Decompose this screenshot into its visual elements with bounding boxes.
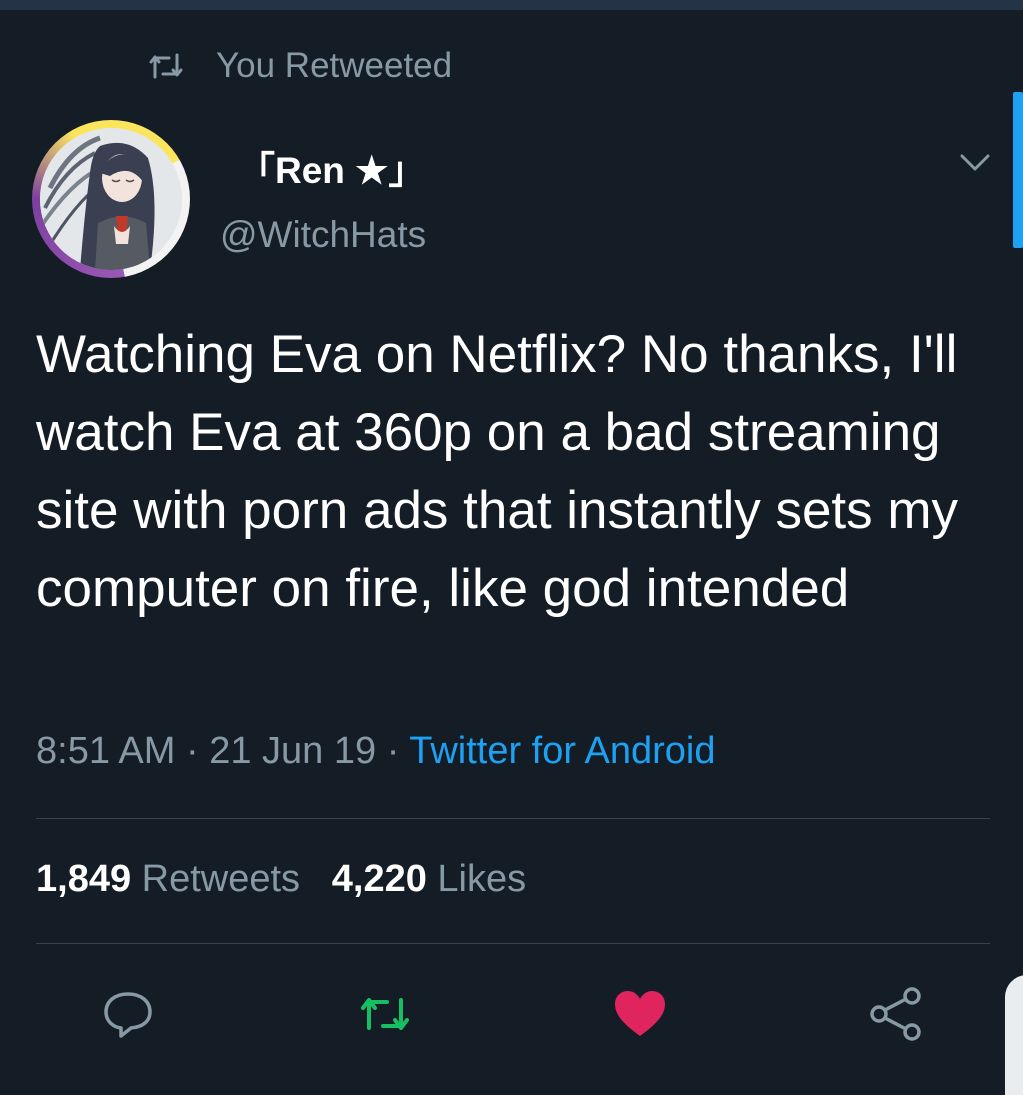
retweet-context: You Retweeted (148, 44, 452, 88)
retweet-icon (361, 998, 409, 1030)
tweet-date: 21 Jun 19 (209, 730, 377, 772)
likes-count: 4,220 (331, 858, 427, 900)
chevron-down-icon[interactable] (958, 148, 992, 176)
share-icon (870, 987, 921, 1041)
display-name[interactable]: 「Ren ★」 (238, 140, 425, 194)
tweet-time: 8:51 AM (36, 730, 176, 772)
top-bar (0, 0, 1023, 10)
retweet-context-label: You Retweeted (216, 46, 453, 85)
reply-button[interactable] (98, 984, 158, 1044)
reply-icon (104, 992, 152, 1038)
retweet-icon (149, 53, 183, 79)
meta-separator: · (386, 730, 400, 772)
retweets-label: Retweets (141, 858, 301, 900)
username-handle[interactable]: @WitchHats (220, 214, 426, 256)
scrollbar-thumb[interactable] (1013, 92, 1023, 248)
tweet-meta: 8:51 AM · 21 Jun 19 · Twitter for Androi… (36, 730, 715, 773)
meta-separator: · (185, 730, 199, 772)
like-button[interactable] (610, 984, 670, 1044)
likes-stat[interactable]: 4,220 Likes (332, 858, 526, 900)
avatar[interactable] (32, 120, 190, 278)
avatar-image (40, 128, 182, 270)
screen-edge (1005, 975, 1023, 1095)
tweet-source-link[interactable]: Twitter for Android (409, 730, 715, 772)
heart-icon (615, 991, 665, 1036)
tweet-stats: 1,849 Retweets 4,220 Likes (36, 858, 526, 901)
retweets-count: 1,849 (36, 858, 132, 900)
retweets-stat[interactable]: 1,849 Retweets (36, 858, 300, 900)
tweet-text: Watching Eva on Netflix? No thanks, I'll… (36, 325, 959, 618)
divider (36, 943, 990, 944)
divider (36, 818, 990, 819)
share-button[interactable] (866, 984, 926, 1044)
retweet-button[interactable] (355, 984, 415, 1044)
likes-label: Likes (437, 858, 527, 900)
